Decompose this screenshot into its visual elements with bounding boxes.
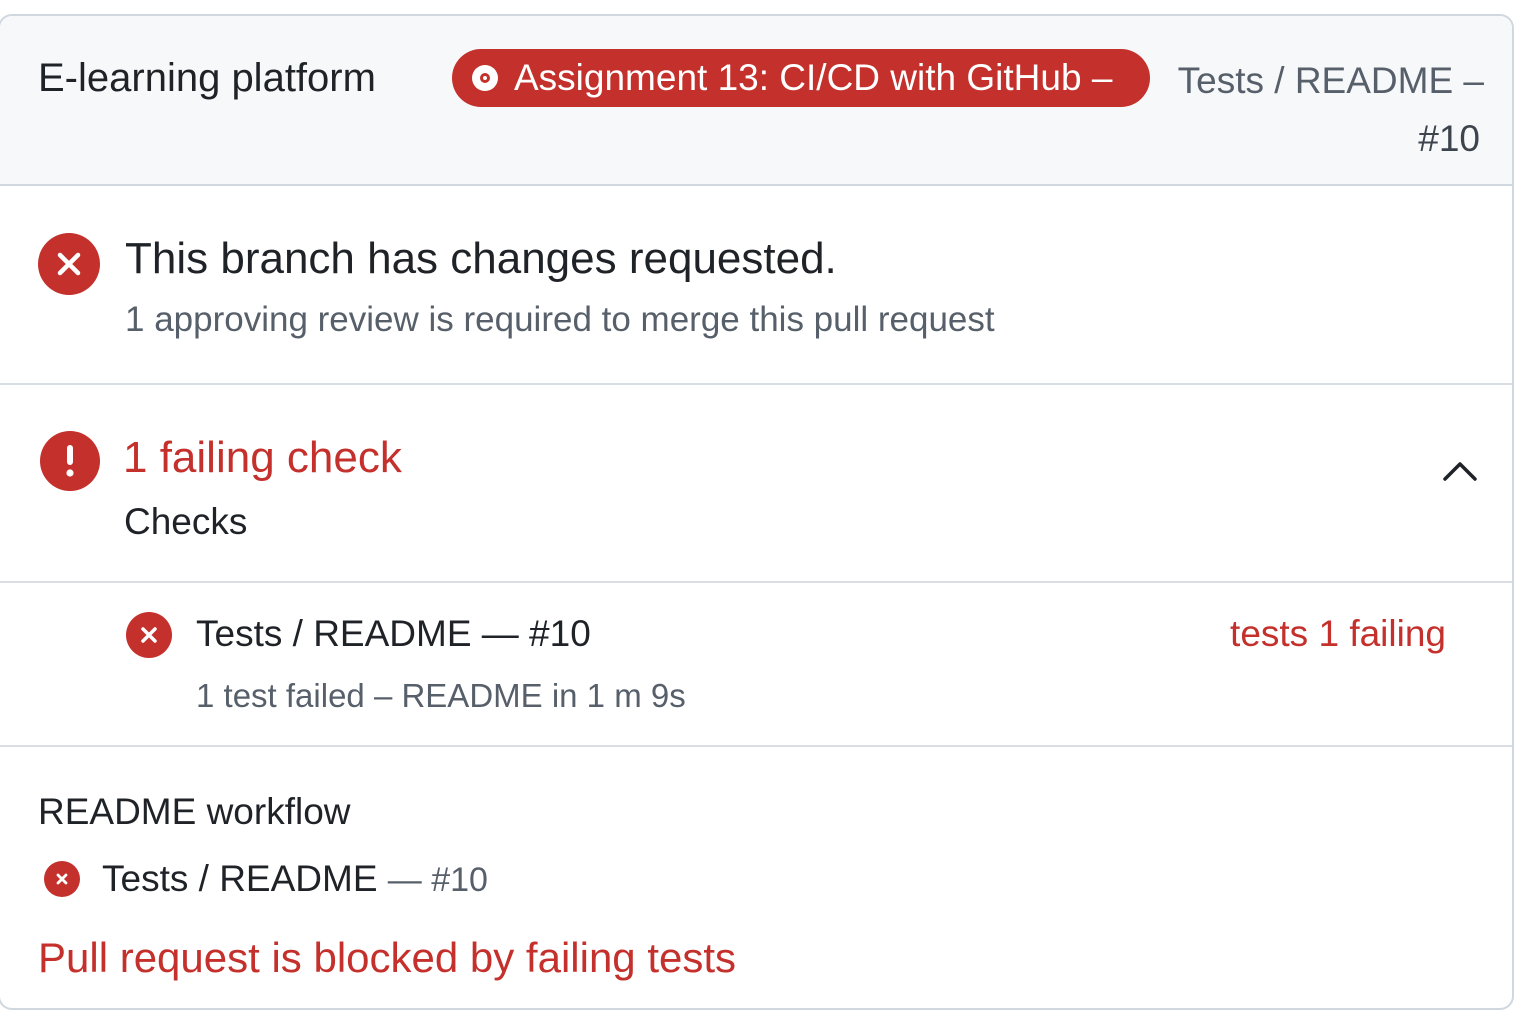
git-pull-request-icon [472,65,498,91]
repo-name[interactable]: E-learning platform [38,56,376,101]
pr-title: Assignment 13: CI/CD with GitHub – [514,57,1113,98]
workflow-run-number: — #10 [387,861,488,899]
check-item[interactable]: Tests / README — #10 1 test failed – REA… [0,583,1512,745]
workflow-title: README workflow [38,791,351,832]
workflow-section: README workflow Tests / README — #10 Pul… [0,747,1512,1008]
pr-header: E-learning platform Assignment 13: CI/CD… [0,16,1512,186]
review-status-section: This branch has changes requested. 1 app… [0,186,1512,384]
alert-circle-icon [40,431,100,491]
checks-summary-section[interactable]: 1 failing check Checks [0,385,1512,581]
workflow-run-name: Tests / README [102,858,378,899]
check-item-name[interactable]: Tests / README — #10 [196,613,591,655]
x-circle-icon [38,233,100,295]
x-circle-icon [126,612,172,658]
check-reference-name: Tests / README – [1177,60,1484,101]
merge-status-card: E-learning platform Assignment 13: CI/CD… [0,14,1514,1010]
check-reference-number: #10 [1418,118,1480,159]
check-item-detail: 1 test failed – README in 1 m 9s [196,677,686,714]
review-status-title: This branch has changes requested. [125,234,837,283]
x-circle-icon [44,861,80,897]
failing-checks-title: 1 failing check [123,433,402,482]
blocked-message: Pull request is blocked by failing tests [38,934,737,981]
pr-title-badge[interactable]: Assignment 13: CI/CD with GitHub – [452,49,1150,107]
review-status-subtitle: 1 approving review is required to merge … [125,300,995,339]
checks-subtitle: Checks [124,501,248,542]
check-item-status[interactable]: tests 1 failing [1230,613,1446,655]
workflow-run[interactable]: Tests / README — #10 [102,858,488,900]
chevron-up-icon[interactable] [1440,451,1480,491]
